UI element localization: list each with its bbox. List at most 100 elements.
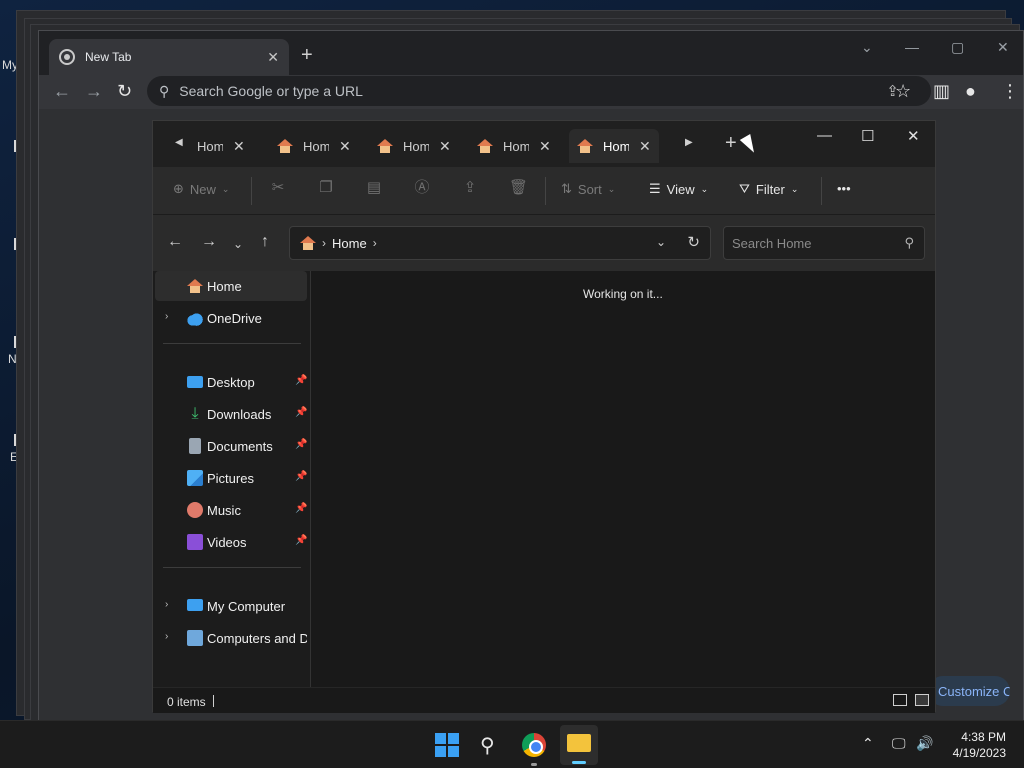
pin-icon[interactable]: 📌: [295, 503, 307, 514]
explorer-content-area[interactable]: Working on it...: [313, 271, 935, 687]
network-icon[interactable]: 🖵: [892, 735, 906, 752]
chevron-down-icon: ⌄: [221, 183, 230, 194]
nav-item-pictures[interactable]: Pictures 📌: [155, 463, 307, 493]
chrome-taskbar-icon[interactable]: [522, 733, 546, 757]
close-icon[interactable]: ✕: [233, 138, 245, 155]
explorer-tab[interactable]: Home ✕: [189, 129, 253, 163]
nav-item-documents[interactable]: Documents 📌: [155, 431, 307, 461]
pin-icon[interactable]: 📌: [295, 439, 307, 450]
nav-item-onedrive[interactable]: › OneDrive: [155, 303, 307, 333]
tiles-view-icon[interactable]: [915, 694, 929, 706]
nav-item-computers-and-devices[interactable]: › Computers and Devices: [155, 623, 307, 653]
close-icon[interactable]: ✕: [639, 138, 651, 155]
forward-arrow-icon[interactable]: →: [201, 233, 217, 251]
address-field[interactable]: › Home › ⌄ ↻: [289, 226, 711, 260]
delete-icon[interactable]: 🗑: [509, 179, 528, 197]
up-arrow-icon[interactable]: ↑: [261, 233, 269, 251]
nav-item-videos[interactable]: Videos 📌: [155, 527, 307, 557]
expand-chevron-icon[interactable]: ›: [165, 311, 168, 322]
video-icon: [187, 534, 203, 550]
maximize-icon[interactable]: ▢: [951, 39, 964, 56]
maximize-icon[interactable]: ☐: [861, 127, 874, 145]
expand-chevron-icon[interactable]: ›: [165, 631, 168, 642]
chrome-new-tab-button[interactable]: +: [301, 45, 313, 65]
tab-scroll-left-icon[interactable]: ◀: [175, 137, 183, 148]
explorer-tab[interactable]: Home ✕: [469, 129, 559, 163]
file-explorer-taskbar-icon[interactable]: [560, 725, 598, 765]
close-icon[interactable]: ✕: [439, 138, 451, 155]
view-list-icon: ☰: [649, 181, 661, 196]
clock[interactable]: 4:38 PM 4/19/2023: [948, 729, 1006, 761]
picture-icon: [187, 470, 203, 486]
omnibox[interactable]: ⚲ Search Google or type a URL ⇪: [147, 76, 931, 106]
menu-kebab-icon[interactable]: ⋮: [1001, 81, 1019, 101]
customize-chrome-button[interactable]: Customize Chrome: [928, 676, 1010, 706]
add-circle-icon: ⊕: [173, 181, 184, 196]
back-arrow-icon[interactable]: ←: [167, 233, 183, 251]
home-icon: [300, 236, 316, 250]
pin-icon[interactable]: 📌: [295, 375, 307, 386]
chevron-down-icon[interactable]: ⌄: [861, 39, 873, 56]
volume-icon[interactable]: 🔊: [916, 735, 933, 752]
view-button[interactable]: ☰ View ⌄: [649, 181, 708, 197]
paste-icon[interactable]: ▤: [365, 179, 383, 197]
search-icon[interactable]: ⚲: [480, 733, 495, 758]
details-view-icon[interactable]: [893, 694, 907, 706]
home-icon: [577, 139, 593, 153]
nav-item-my-computer[interactable]: › My Computer: [155, 591, 307, 621]
network-icon: [187, 630, 203, 646]
windows-start-icon[interactable]: [435, 733, 459, 757]
expand-chevron-icon[interactable]: ›: [165, 599, 168, 610]
nav-item-desktop[interactable]: Desktop 📌: [155, 367, 307, 397]
breadcrumb-home[interactable]: Home: [332, 236, 367, 251]
add-tab-button[interactable]: +: [725, 133, 737, 153]
reload-icon[interactable]: ↻: [117, 81, 132, 101]
side-panel-icon[interactable]: ▥: [933, 81, 950, 101]
close-icon[interactable]: ✕: [267, 49, 279, 66]
pin-icon[interactable]: 📌: [295, 535, 307, 546]
more-options-button[interactable]: •••: [837, 181, 851, 196]
search-box[interactable]: Search Home ⚲: [723, 226, 925, 260]
chrome-favicon-icon: [59, 49, 75, 65]
home-icon: [187, 279, 203, 293]
close-icon[interactable]: ✕: [339, 138, 351, 155]
chevron-right-icon[interactable]: ›: [322, 236, 326, 250]
chevron-down-icon: ⌄: [790, 183, 799, 194]
nav-item-music[interactable]: Music 📌: [155, 495, 307, 525]
profile-icon[interactable]: ●: [965, 81, 976, 101]
explorer-tab-active[interactable]: Home ✕: [569, 129, 659, 163]
filter-button[interactable]: ⛛ Filter ⌄: [739, 181, 798, 197]
close-icon[interactable]: ✕: [997, 39, 1009, 56]
back-arrow-icon[interactable]: ←: [53, 81, 71, 101]
divider: [163, 343, 301, 344]
pin-icon[interactable]: 📌: [295, 471, 307, 482]
nav-item-downloads[interactable]: ⤓ Downloads 📌: [155, 399, 307, 429]
close-icon[interactable]: ✕: [907, 127, 920, 145]
refresh-icon[interactable]: ↻: [687, 233, 700, 251]
explorer-tab[interactable]: Home ✕: [369, 129, 459, 163]
share-icon[interactable]: ⇪: [461, 179, 479, 197]
explorer-tab-label: Home: [603, 138, 629, 154]
chevron-right-icon[interactable]: ›: [373, 236, 377, 250]
star-icon[interactable]: ☆: [895, 81, 911, 101]
sort-icon: ⇅: [561, 181, 572, 196]
cut-icon[interactable]: ✂: [269, 179, 287, 197]
chrome-tab-new-tab[interactable]: New Tab ✕: [49, 39, 289, 75]
nav-item-home[interactable]: Home: [155, 271, 307, 301]
show-hidden-icons-chevron-icon[interactable]: ⌃: [862, 735, 874, 752]
tab-scroll-right-icon[interactable]: ▶: [685, 137, 693, 148]
search-icon: ⚲: [904, 235, 914, 250]
sort-button[interactable]: ⇅ Sort ⌄: [561, 181, 615, 197]
explorer-tab[interactable]: Home ✕: [269, 129, 359, 163]
copy-icon[interactable]: ❐: [317, 179, 335, 197]
running-indicator: [531, 763, 537, 766]
minimize-icon[interactable]: —: [905, 39, 919, 55]
rename-icon[interactable]: Ⓐ: [413, 179, 431, 197]
minimize-icon[interactable]: —: [817, 127, 832, 144]
new-button[interactable]: ⊕ New ⌄: [173, 181, 229, 197]
forward-arrow-icon[interactable]: →: [85, 81, 103, 101]
pin-icon[interactable]: 📌: [295, 407, 307, 418]
recent-locations-chevron-icon[interactable]: ⌄: [233, 235, 243, 253]
address-dropdown-icon[interactable]: ⌄: [656, 235, 666, 249]
close-icon[interactable]: ✕: [539, 138, 551, 155]
